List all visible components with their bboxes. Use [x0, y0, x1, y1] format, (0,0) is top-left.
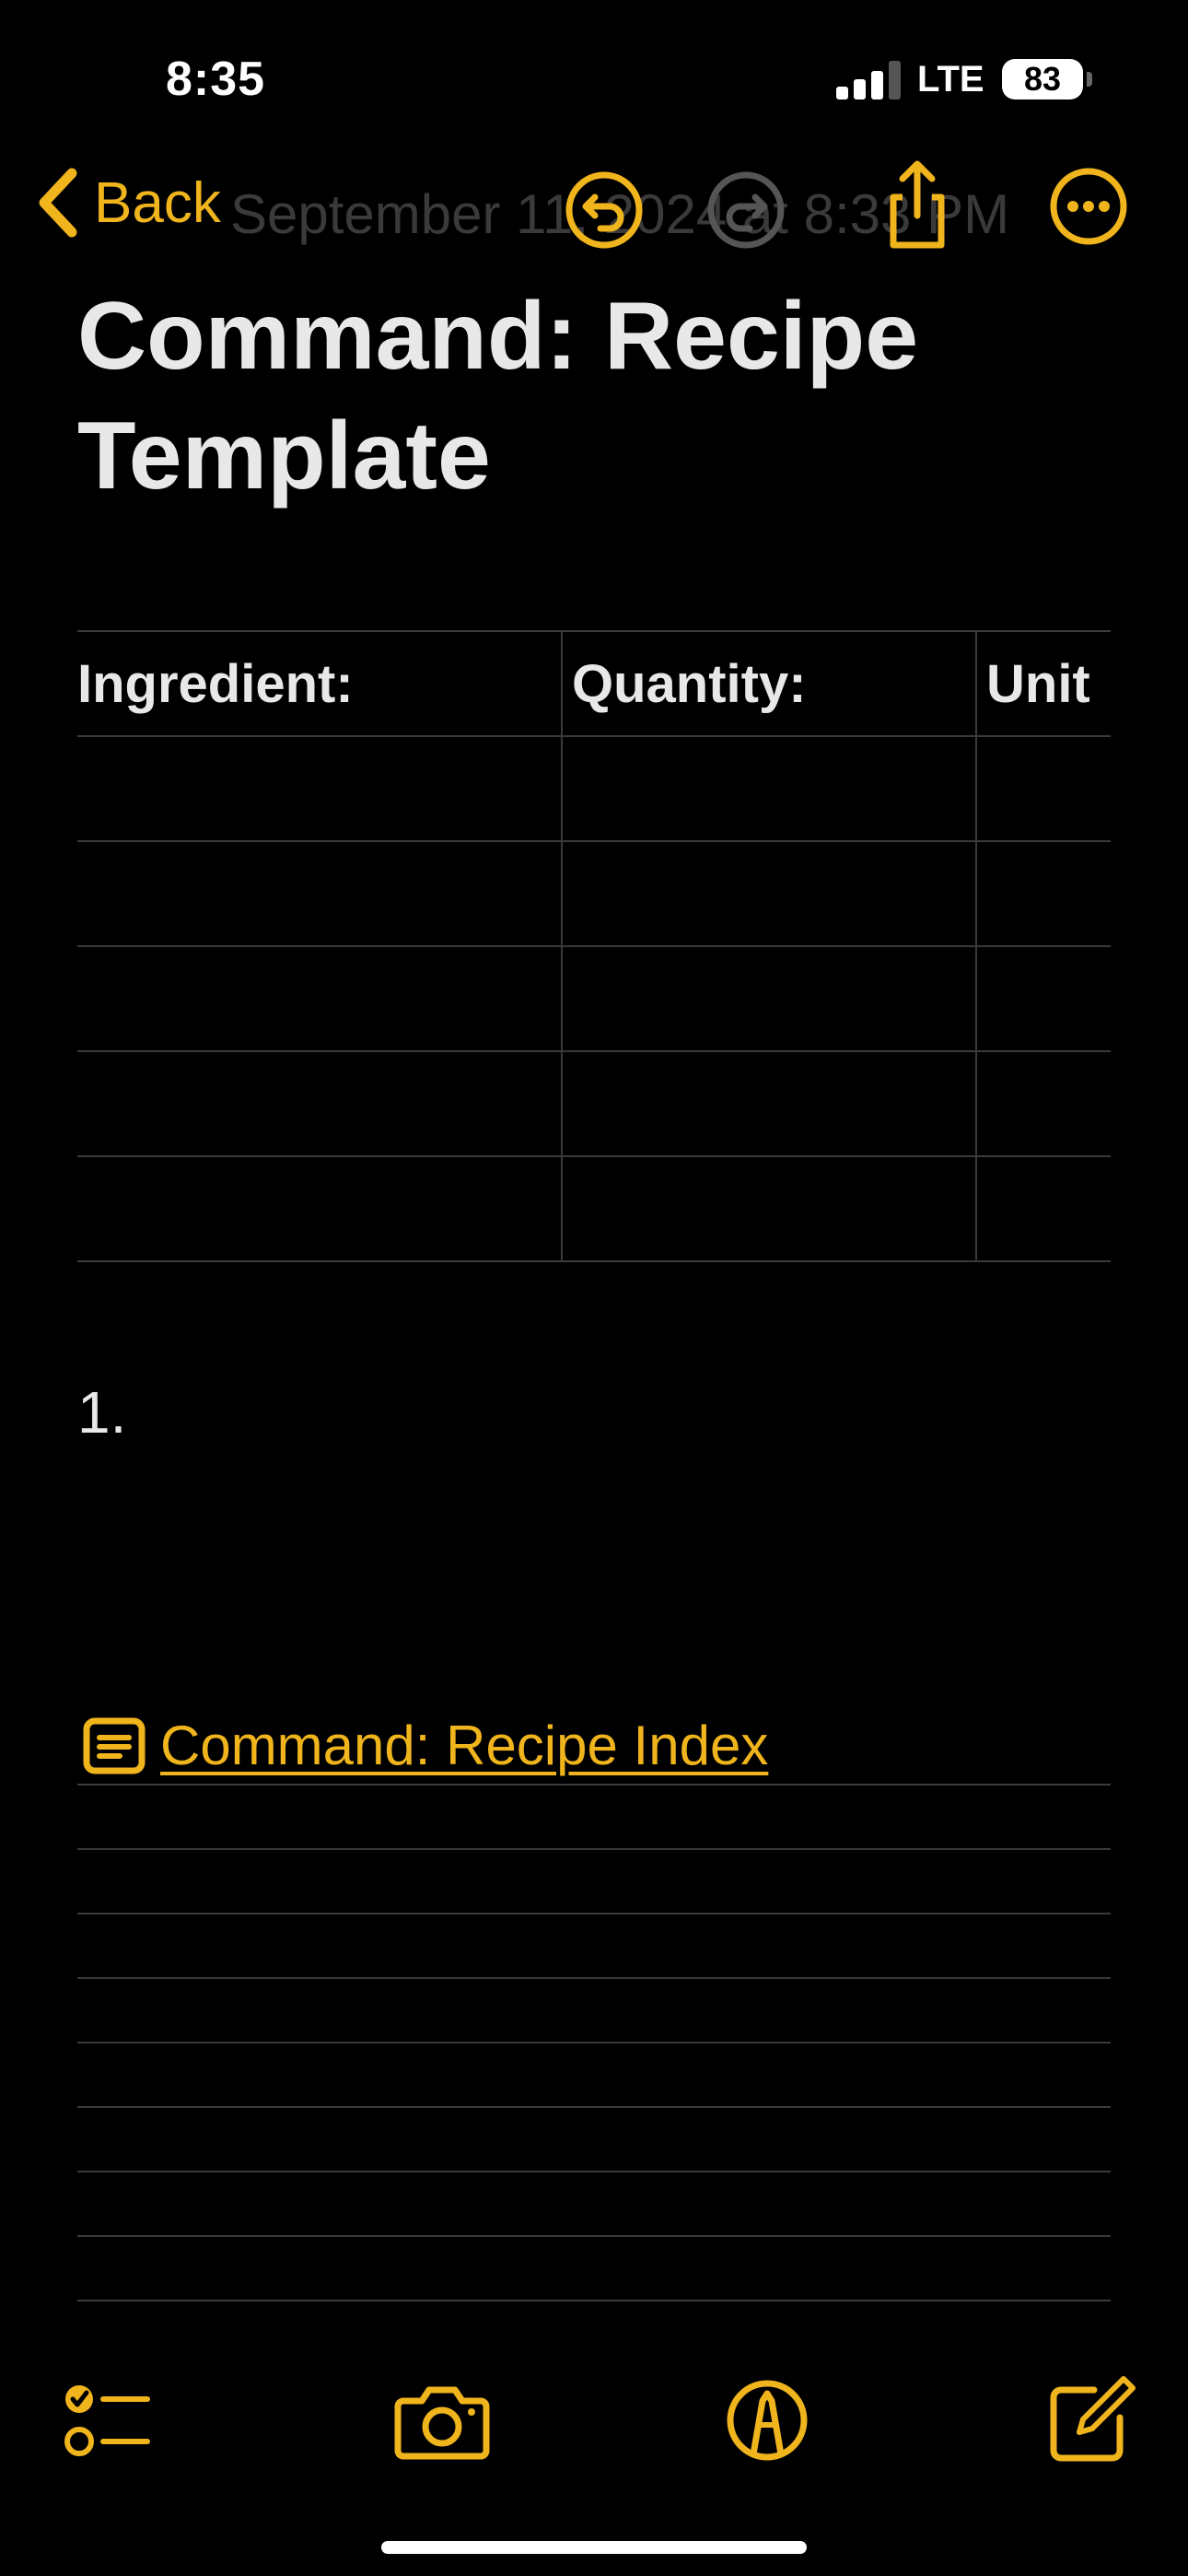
numbered-list-item[interactable]: 1.	[77, 1378, 126, 1446]
home-indicator[interactable]	[381, 2541, 807, 2554]
share-button[interactable]	[877, 158, 958, 251]
camera-button[interactable]	[390, 2370, 494, 2471]
ruled-line	[77, 2300, 1111, 2301]
table-cell[interactable]	[562, 1051, 977, 1157]
table-cell[interactable]	[77, 946, 563, 1052]
cellular-signal-icon	[836, 61, 901, 100]
ruled-line	[77, 1784, 1111, 1786]
markup-button[interactable]	[716, 2370, 818, 2471]
ingredients-table[interactable]: Ingredient: Quantity: Unit	[77, 630, 1111, 1262]
more-icon	[1050, 168, 1127, 245]
table-cell[interactable]	[562, 1156, 977, 1262]
table-cell[interactable]	[77, 841, 563, 947]
recipe-index-link[interactable]: Command: Recipe Index	[83, 1714, 768, 1777]
table-header-cell[interactable]: Ingredient:	[77, 632, 563, 737]
redo-icon	[707, 171, 785, 249]
table-cell[interactable]	[976, 1156, 1111, 1262]
checklist-button[interactable]	[55, 2370, 157, 2471]
battery-icon: 83	[1002, 59, 1083, 100]
back-button[interactable]: Back	[35, 166, 221, 240]
table-cell[interactable]	[562, 841, 977, 947]
undo-button[interactable]	[564, 170, 645, 251]
table-cell[interactable]	[77, 1156, 563, 1262]
compose-button[interactable]	[1039, 2370, 1140, 2471]
table-cell[interactable]	[976, 736, 1111, 842]
table-cell[interactable]	[976, 841, 1111, 947]
table-header-row: Ingredient: Quantity: Unit	[77, 632, 1111, 737]
battery-tip	[1087, 72, 1092, 87]
camera-icon	[394, 2386, 490, 2460]
table-row	[77, 841, 1111, 947]
ruled-line	[77, 2106, 1111, 2108]
table-cell[interactable]	[77, 1051, 563, 1157]
note-title[interactable]: Command: Recipe Template	[77, 276, 1118, 516]
table-cell[interactable]	[976, 946, 1111, 1052]
ruled-line	[77, 2235, 1111, 2237]
table-row	[77, 1051, 1111, 1157]
ruled-line	[77, 2171, 1111, 2172]
share-icon	[890, 160, 945, 249]
table-cell[interactable]	[976, 1051, 1111, 1157]
more-button[interactable]	[1048, 166, 1129, 247]
table-header-cell[interactable]: Unit	[976, 632, 1111, 737]
table-row	[77, 736, 1111, 842]
back-label: Back	[94, 170, 221, 235]
table-row	[77, 946, 1111, 1052]
network-label: LTE	[917, 59, 984, 100]
status-time: 8:35	[166, 53, 266, 106]
table-cell[interactable]	[77, 736, 563, 842]
ruled-line	[77, 1848, 1111, 1850]
chevron-left-icon	[39, 168, 77, 238]
table-row	[77, 1156, 1111, 1262]
checklist-icon	[64, 2385, 150, 2456]
compose-icon	[1050, 2376, 1136, 2462]
recipe-index-link-label: Command: Recipe Index	[160, 1715, 769, 1776]
redo-button[interactable]	[705, 170, 786, 251]
table-header-cell[interactable]: Quantity:	[562, 632, 977, 737]
ruled-line	[77, 1977, 1111, 1979]
markup-icon	[727, 2380, 808, 2461]
note-icon	[83, 1717, 146, 1774]
ruled-line	[77, 2042, 1111, 2043]
undo-icon	[565, 171, 643, 249]
table-cell[interactable]	[562, 736, 977, 842]
table-cell[interactable]	[562, 946, 977, 1052]
ruled-line	[77, 1913, 1111, 1914]
